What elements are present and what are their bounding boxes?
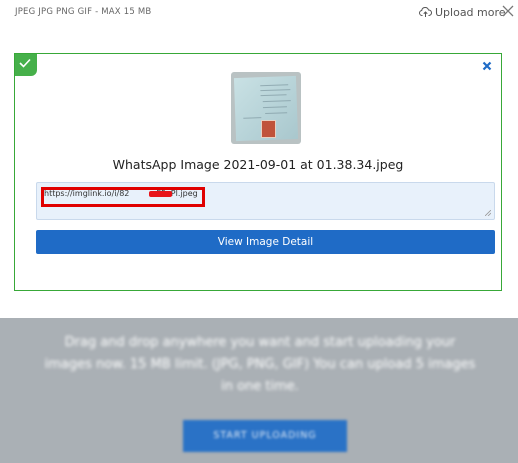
upload-result-card: WhatsApp Image 2021-09-01 at 01.38.34.jp… xyxy=(14,53,502,291)
allowed-formats-text: JPEG JPG PNG GIF - MAX 15 MB xyxy=(15,7,152,17)
close-icon[interactable] xyxy=(502,5,514,17)
highlight-annotation-box xyxy=(41,187,205,207)
checkmark-icon xyxy=(19,58,31,68)
upload-instructions-text: Drag and drop anywhere you want and star… xyxy=(44,335,476,394)
start-uploading-button[interactable]: START UPLOADING xyxy=(183,420,347,452)
top-bar: JPEG JPG PNG GIF - MAX 15 MB Upload more xyxy=(0,0,518,30)
uploaded-file-name: WhatsApp Image 2021-09-01 at 01.38.34.jp… xyxy=(112,157,404,172)
upload-success-badge xyxy=(15,54,37,76)
id-photo xyxy=(261,120,276,138)
upload-more-button[interactable]: Upload more xyxy=(419,6,506,19)
close-icon[interactable] xyxy=(482,61,492,71)
view-image-detail-button[interactable]: View Image Detail xyxy=(36,230,495,254)
cloud-upload-icon xyxy=(419,7,432,17)
image-thumbnail[interactable] xyxy=(231,72,301,144)
background-page-overlay: Drag and drop anywhere you want and star… xyxy=(0,318,518,463)
resize-grip-icon[interactable] xyxy=(485,210,491,216)
upload-more-label: Upload more xyxy=(435,6,506,19)
